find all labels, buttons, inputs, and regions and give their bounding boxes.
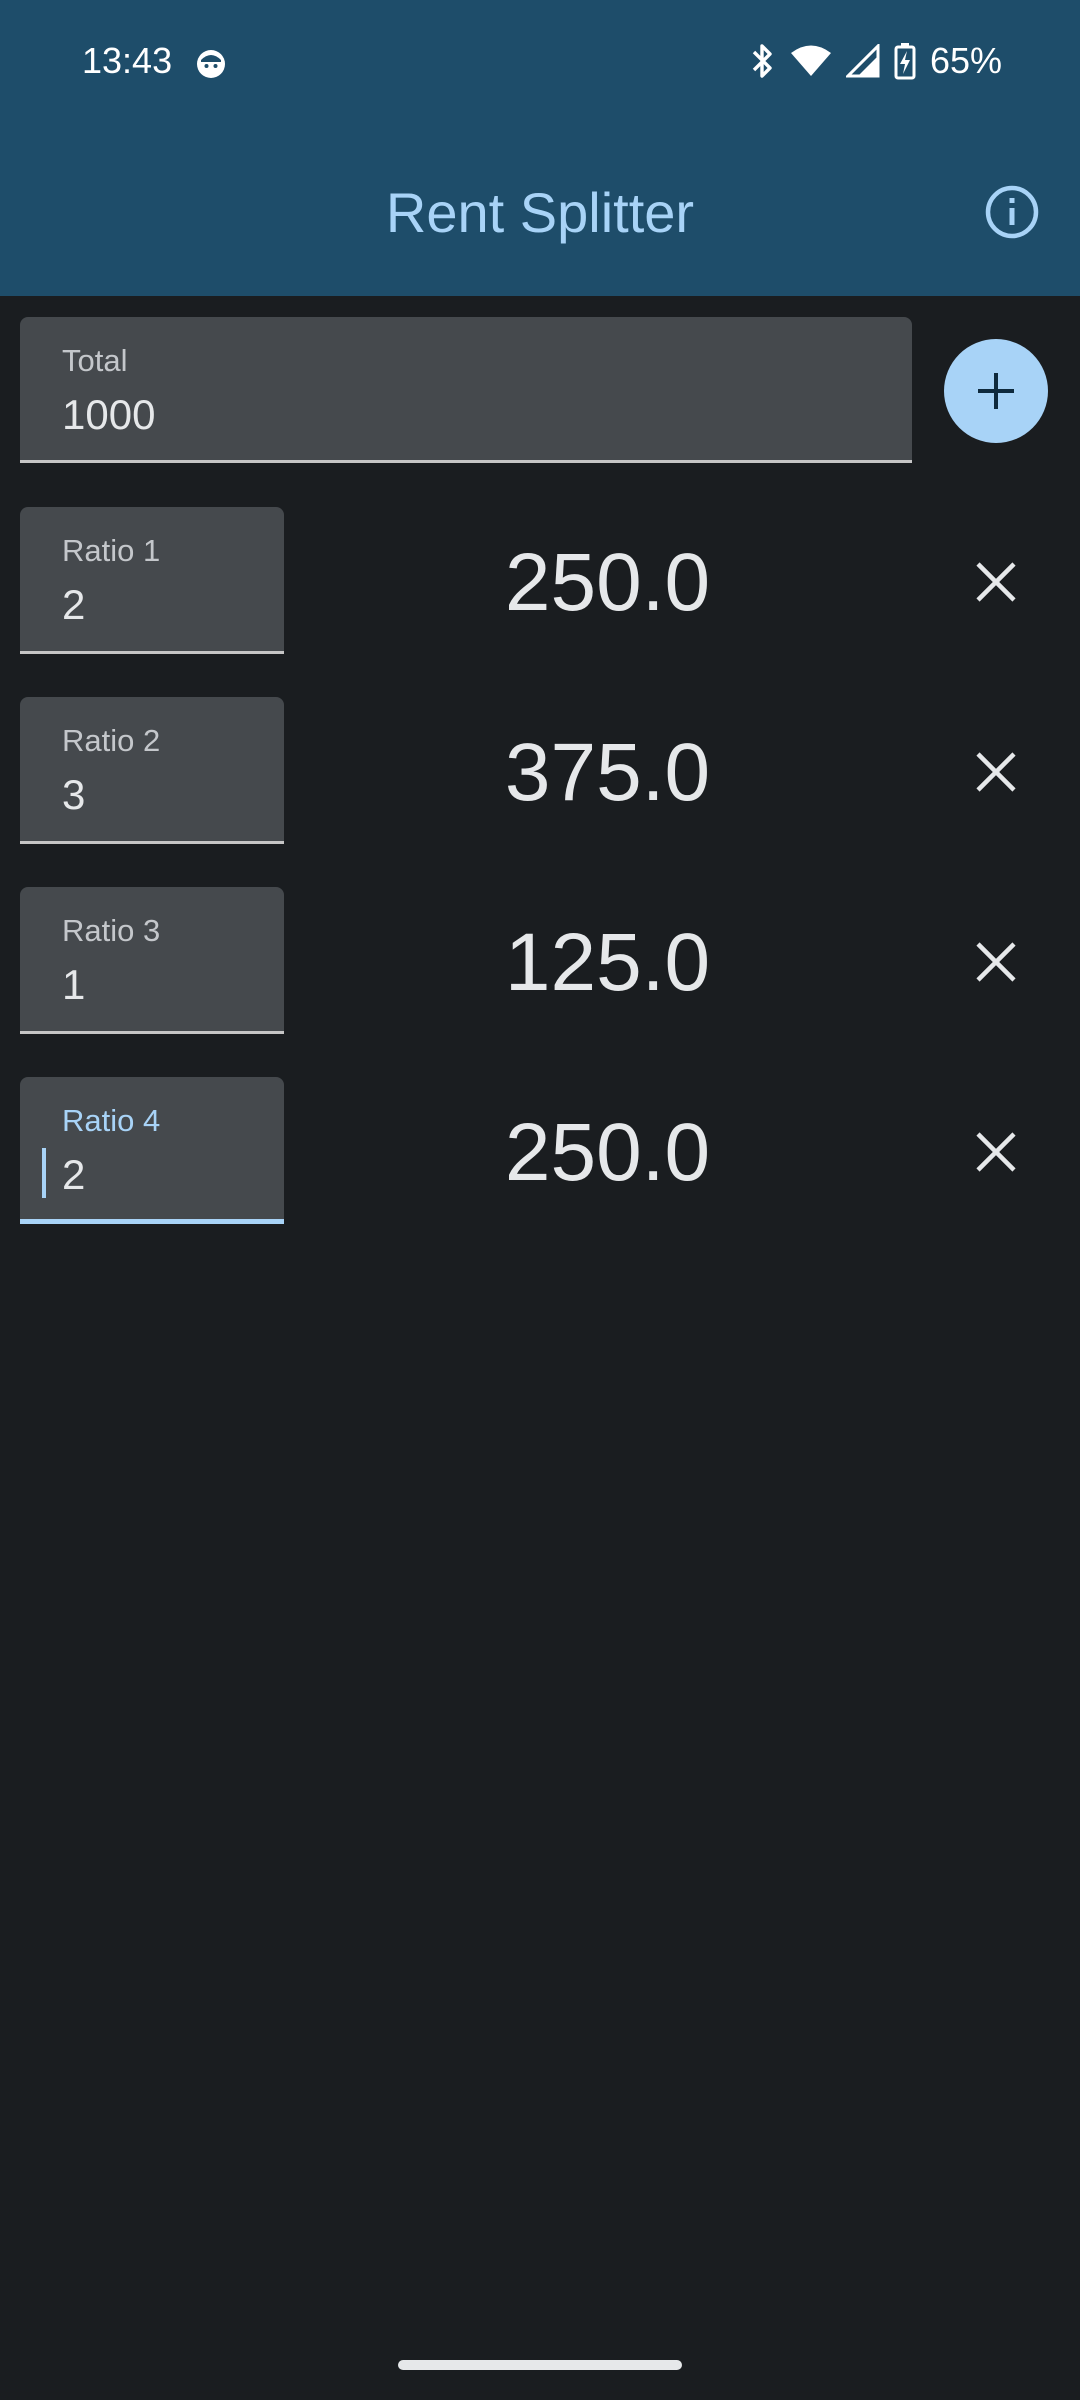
remove-row-button-2[interactable] <box>966 742 1026 802</box>
info-button[interactable] <box>984 184 1040 240</box>
total-label: Total <box>62 343 128 378</box>
app-bar: Rent Splitter <box>0 128 1080 296</box>
ratio-field-2[interactable]: Ratio 2 3 <box>20 697 284 844</box>
close-icon <box>976 752 1016 792</box>
status-time: 13:43 <box>82 40 173 81</box>
status-bar: 13:43 65% <box>0 0 1080 128</box>
ratio-value: 3 <box>62 771 86 818</box>
ratio-label: Ratio 3 <box>62 913 161 948</box>
share-amount-4: 250.0 <box>504 1107 711 1198</box>
plus-icon <box>978 373 1014 409</box>
total-field[interactable]: Total 1000 <box>20 317 912 463</box>
ratio-field-1[interactable]: Ratio 1 2 <box>20 507 284 654</box>
remove-row-button-1[interactable] <box>966 552 1026 612</box>
total-value: 1000 <box>62 391 156 438</box>
page-title: Rent Splitter <box>385 181 695 244</box>
ratio-value: 2 <box>62 1151 86 1198</box>
home-indicator[interactable] <box>398 2360 682 2370</box>
share-amount-3: 125.0 <box>504 917 711 1008</box>
battery-charging-icon <box>894 42 916 80</box>
battery-percent: 65% <box>929 40 1002 81</box>
add-ratio-button[interactable] <box>944 339 1048 443</box>
close-icon <box>976 562 1016 602</box>
ratio-field-3[interactable]: Ratio 3 1 <box>20 887 284 1034</box>
close-icon <box>976 942 1016 982</box>
share-amount-1: 250.0 <box>504 537 711 628</box>
wifi-icon <box>790 44 832 78</box>
ratio-label: Ratio 1 <box>62 533 161 568</box>
status-icons: 65% <box>750 40 1002 82</box>
share-amount-2: 375.0 <box>504 727 711 818</box>
ratio-label: Ratio 2 <box>62 723 161 758</box>
remove-row-button-3[interactable] <box>966 932 1026 992</box>
bluetooth-icon <box>750 42 776 80</box>
signal-icon <box>845 44 880 78</box>
remove-row-button-4[interactable] <box>966 1122 1026 1182</box>
ratio-value: 1 <box>62 961 86 1008</box>
info-icon <box>985 185 1039 239</box>
ratio-field-4[interactable]: Ratio 4 2 <box>20 1077 284 1224</box>
ratio-label: Ratio 4 <box>62 1103 161 1138</box>
face-icon <box>194 46 228 80</box>
text-cursor <box>42 1148 46 1198</box>
ratio-value: 2 <box>62 581 86 628</box>
close-icon <box>976 1132 1016 1172</box>
